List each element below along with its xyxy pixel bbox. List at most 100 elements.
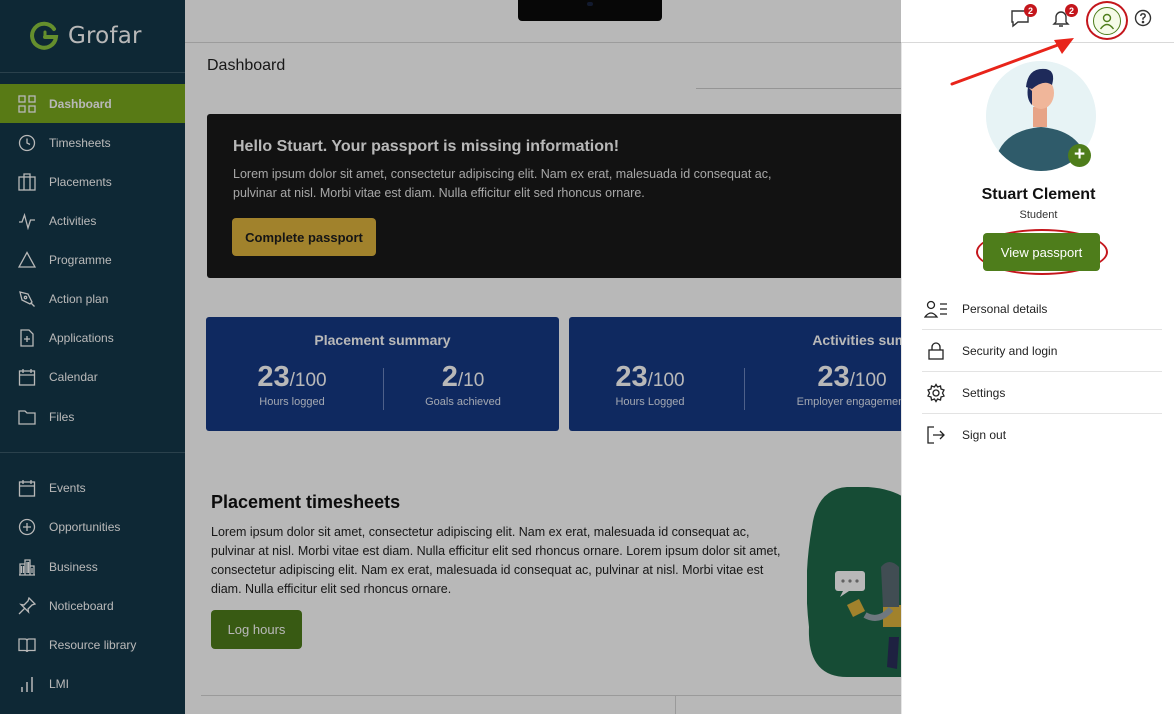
stat-label: Goals achieved [425,396,501,408]
stat-label: Hours logged [259,396,325,408]
log-hours-button[interactable]: Log hours [211,610,302,649]
notifications-button[interactable]: 2 [1048,4,1078,33]
lock-icon [924,341,948,361]
sidebar-item-programme[interactable]: Programme [0,240,185,279]
card-divider [383,368,384,410]
sidebar-item-opportunities[interactable]: Opportunities [0,507,185,546]
menu-item-security-and-login[interactable]: Security and login [922,330,1162,372]
sidebar-item-lmi[interactable]: LMI [0,664,185,703]
stat-goals-achieved: 2/10 Goals achieved [408,361,518,408]
pulse-icon [17,211,37,231]
sidebar-item-label: Resource library [49,637,137,652]
stat-hours-logged: 23/100 Hours logged [236,361,348,408]
sidebar-item-label: Action plan [49,291,109,306]
page-title: Dashboard [207,57,286,74]
logo-icon [28,20,60,52]
stat-hours-logged: 23/100 Hours Logged [595,361,705,408]
sidebar-item-label: Programme [49,252,112,267]
camera-notch [518,0,662,21]
stat-total: /100 [647,370,685,391]
sidebar-item-label: Applications [49,330,114,345]
folder-icon [17,407,37,427]
sidebar-item-applications[interactable]: Applications [0,318,185,357]
card-title: Placement summary [314,332,451,348]
menu-item-sign-out[interactable]: Sign out [922,414,1162,456]
title-divider [696,88,906,89]
logo-text: Grofar [68,23,142,49]
timesheets-body: Lorem ipsum dolor sit amet, consectetur … [211,525,781,596]
timesheets-title: Placement timesheets [211,492,401,512]
sidebar-item-resource-library[interactable]: Resource library [0,625,185,664]
messages-badge: 2 [1024,4,1037,17]
sidebar-item-business[interactable]: Business [0,547,185,586]
card-divider [744,368,745,410]
complete-passport-button[interactable]: Complete passport [232,218,376,256]
stat-label: Hours Logged [615,396,685,408]
menu-item-label: Settings [962,386,1006,400]
stat-total: /10 [457,370,485,391]
sidebar-item-label: LMI [49,676,70,691]
sidebar-item-events[interactable]: Events [0,468,185,507]
menu-item-settings[interactable]: Settings [922,372,1162,414]
passport-banner: Hello Stuart. Your passport is missing i… [207,114,907,278]
gear-icon [924,383,948,403]
sidebar-item-label: Activities [49,213,97,228]
sidebar-item-label: Business [49,559,98,574]
sidebar-item-label: Files [49,409,75,424]
calendar-icon [17,367,37,387]
sidebar-item-label: Placements [49,174,112,189]
plus-circle-icon [17,517,37,537]
city-icon [17,557,37,577]
sidebar-item-placements[interactable]: Placements [0,162,185,201]
stat-total: /100 [849,370,887,391]
add-photo-button[interactable]: + [1068,144,1091,167]
help-button[interactable] [1130,7,1156,33]
user-icon [1093,6,1121,35]
sidebar-divider [0,452,185,453]
pen-tool-icon [17,289,37,309]
calendar-icon [17,478,37,498]
sidebar-item-timesheets[interactable]: Timesheets [0,123,185,162]
sidebar-item-label: Calendar [49,369,98,384]
pin-icon [17,596,37,616]
profile-name: Stuart Clement [981,186,1096,203]
building-icon [17,172,37,192]
section-divider [201,695,901,696]
top-header: 2 2 [185,0,1174,43]
book-icon [17,635,37,655]
sidebar-divider [0,72,185,73]
menu-item-label: Security and login [962,344,1058,358]
sidebar-item-label: Opportunities [49,519,121,534]
grofar-logo[interactable]: Grofar [28,20,142,52]
sidebar-item-noticeboard[interactable]: Noticeboard [0,586,185,625]
banner-body: Lorem ipsum dolor sit amet, consectetur … [233,167,772,200]
stat-value: 23 [817,361,850,393]
sign-out-icon [924,425,948,445]
sidebar-item-label: Dashboard [49,96,112,111]
menu-item-label: Sign out [962,428,1007,442]
sidebar-item-calendar[interactable]: Calendar [0,357,185,396]
profile-panel: + Stuart Clement Student View passport P… [901,43,1174,714]
activities-summary-card[interactable]: Activities summ 23/100 Hours Logged 23/1… [569,317,939,431]
stat-value: 23 [257,361,290,393]
sidebar-item-label: Timesheets [49,135,111,150]
profile-avatar-button[interactable] [1086,1,1128,40]
sidebar-item-dashboard[interactable]: Dashboard [0,84,185,123]
menu-item-label: Personal details [962,302,1048,316]
help-icon [1134,9,1152,32]
menu-item-personal-details[interactable]: Personal details [922,288,1162,330]
camera-dot [587,2,593,6]
clock-icon [17,133,37,153]
grid-icon [17,94,37,114]
sidebar-item-files[interactable]: Files [0,397,185,436]
notifications-badge: 2 [1065,4,1078,17]
messages-button[interactable]: 2 [1007,4,1037,33]
sidebar-item-label: Noticeboard [49,598,114,613]
view-passport-button[interactable]: View passport [983,233,1100,271]
sidebar-item-activities[interactable]: Activities [0,201,185,240]
sidebar-item-action-plan[interactable]: Action plan [0,279,185,318]
placement-summary-card[interactable]: Placement summary 23/100 Hours logged 2/… [206,317,559,431]
stat-value: 23 [615,361,648,393]
user-list-icon [924,299,948,319]
stat-value: 2 [441,361,458,393]
